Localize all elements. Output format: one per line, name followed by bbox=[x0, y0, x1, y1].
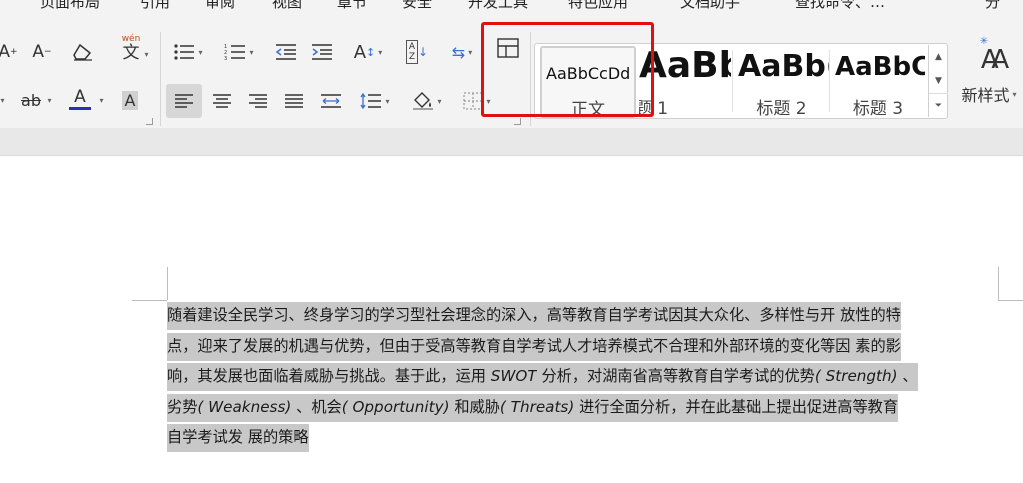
new-style-button[interactable]: 新样式 ▾ bbox=[956, 80, 1022, 108]
shading-icon[interactable]: ▾ bbox=[406, 87, 448, 115]
menu-security[interactable]: 安全 bbox=[402, 0, 432, 12]
text-run: 、机会 bbox=[291, 393, 342, 422]
font-color-dropdown-icon[interactable]: ▾ bbox=[94, 86, 106, 114]
phonetic-dropdown-icon[interactable]: ▾ bbox=[140, 40, 150, 68]
decrease-indent-icon[interactable] bbox=[272, 38, 300, 66]
new-style-icon[interactable]: ✳ AA bbox=[966, 36, 1016, 76]
text-run: 分析，对湖南省高等教育自学考试的优势 bbox=[536, 363, 815, 391]
font-dropdown-icon[interactable]: ▾ bbox=[0, 86, 8, 114]
menu-review[interactable]: 审阅 bbox=[205, 0, 235, 12]
ribbon-bottom-bar bbox=[0, 128, 1023, 156]
increase-indent-icon[interactable] bbox=[308, 38, 336, 66]
phonetic-char: 文 bbox=[122, 42, 140, 63]
document-body[interactable]: 随着建设全民学习、终身学习的学习型社会理念的深入，高等教育自学考试因其大众化、多… bbox=[167, 300, 1003, 453]
text-run: 和威胁 bbox=[449, 393, 500, 422]
gallery-up-icon[interactable]: ▲ bbox=[929, 45, 948, 69]
text-run-italic: SWOT bbox=[490, 363, 537, 391]
text-line: 自学考试发 展的策略 bbox=[167, 422, 1003, 453]
page-corner-mark bbox=[998, 267, 999, 300]
text-run-italic: ( Opportunity) bbox=[341, 393, 450, 422]
align-center-icon[interactable] bbox=[208, 87, 236, 115]
menu-developer[interactable]: 开发工具 bbox=[468, 0, 528, 12]
menu-page-layout[interactable]: 页面布局 bbox=[40, 0, 100, 12]
align-right-icon[interactable] bbox=[244, 87, 272, 115]
grow-font-icon[interactable]: A + bbox=[0, 38, 20, 66]
style-heading-2-sample: AaBb( bbox=[738, 49, 829, 84]
page-corner-mark bbox=[132, 300, 167, 301]
show-marks-icon[interactable]: ⇆ ▾ bbox=[442, 38, 482, 66]
distributed-align-icon[interactable] bbox=[316, 87, 346, 115]
strikethrough-dropdown-icon[interactable]: ▾ bbox=[42, 86, 54, 114]
shrink-font-icon[interactable]: A − bbox=[30, 38, 54, 66]
style-heading-3-sample: AaBbC( bbox=[835, 52, 925, 82]
align-left-button[interactable] bbox=[166, 84, 202, 118]
text-run-italic: ( Threats) bbox=[499, 393, 575, 422]
menu-special-apps[interactable]: 特色应用 bbox=[568, 0, 628, 12]
bullet-list-icon[interactable]: ▾ bbox=[170, 38, 206, 66]
char-shading-icon[interactable]: A bbox=[118, 86, 142, 114]
command-search[interactable]: 查找命令、… bbox=[795, 0, 885, 12]
line-spacing-icon[interactable]: ▾ bbox=[354, 87, 396, 115]
strikethrough-icon[interactable]: ab bbox=[18, 86, 44, 114]
menu-bar: 页面布局 引用 审阅 视图 章节 安全 开发工具 特色应用 文档助手 查找命令、… bbox=[0, 0, 1023, 12]
text-line: 随着建设全民学习、终身学习的学习型社会理念的深入，高等教育自学考试因其大众化、多… bbox=[167, 300, 1003, 331]
text-line: 点，迎来了发展的机遇与优势，但由于受高等教育自学考试人才培养模式不合理和外部环境… bbox=[167, 331, 1003, 362]
text-run: 随着建设全民学习、终身学习的学习型社会理念的深入，高等教育自学考试因其大众化、多… bbox=[167, 302, 901, 330]
justify-icon[interactable] bbox=[280, 87, 308, 115]
text-run: 响，其发展也面临着威胁与挑战。基于此，运用 bbox=[167, 363, 491, 391]
svg-text:3: 3 bbox=[224, 56, 227, 61]
text-run-italic: ( Weakness) bbox=[197, 393, 292, 422]
font-color-button[interactable]: A bbox=[66, 84, 94, 112]
text-run: 进行全面分析，并在此基础上提出促进高等教育 bbox=[574, 393, 899, 422]
menu-share[interactable]: 分 bbox=[985, 0, 1000, 12]
page-corner-mark bbox=[167, 267, 168, 300]
text-run: 点，迎来了发展的机遇与优势，但由于受高等教育自学考试人才培养模式不合理和外部环境… bbox=[167, 332, 901, 361]
text-run: 劣势 bbox=[167, 393, 198, 422]
gallery-down-icon[interactable]: ▼ bbox=[929, 69, 948, 93]
menu-doc-assistant[interactable]: 文档助手 bbox=[680, 0, 740, 12]
highlight-annotation bbox=[481, 22, 654, 117]
numbered-list-icon[interactable]: 1 2 3 ▾ bbox=[220, 38, 258, 66]
text-run: 自学考试发 展的策略 bbox=[167, 424, 309, 452]
style-gallery-scroll: ▲ ▼ ⏷ bbox=[928, 45, 948, 117]
text-run-italic: ( Strength) bbox=[814, 363, 898, 391]
menu-references[interactable]: 引用 bbox=[140, 0, 170, 12]
new-style-label: 新样式 bbox=[961, 86, 1010, 105]
text-direction-icon[interactable]: A ↕ ▾ bbox=[348, 38, 388, 66]
paragraph-group-launcher[interactable] bbox=[514, 118, 521, 125]
menu-view[interactable]: 视图 bbox=[272, 0, 302, 12]
style-heading-2[interactable]: AaBb( 标题 2 bbox=[734, 46, 829, 118]
style-heading-3-label: 标题 3 bbox=[852, 99, 904, 118]
separator bbox=[732, 50, 733, 112]
sort-icon[interactable]: A Z ↓ bbox=[402, 38, 432, 66]
text-run: 、 bbox=[897, 363, 918, 391]
gallery-expand-icon[interactable]: ⏷ bbox=[929, 93, 948, 117]
clear-format-icon[interactable] bbox=[70, 38, 96, 66]
separator bbox=[829, 50, 830, 112]
font-group-launcher[interactable] bbox=[146, 118, 153, 125]
separator bbox=[160, 32, 161, 126]
text-line: 劣势( Weakness) 、机会( Opportunity) 和威胁( Thr… bbox=[167, 392, 1003, 423]
text-line: 响，其发展也面临着威胁与挑战。基于此，运用 SWOT 分析，对湖南省高等教育自学… bbox=[167, 361, 1003, 392]
style-heading-2-label: 标题 2 bbox=[756, 99, 807, 118]
style-heading-3[interactable]: AaBbC( 标题 3 bbox=[831, 46, 925, 118]
menu-section[interactable]: 章节 bbox=[337, 0, 367, 12]
